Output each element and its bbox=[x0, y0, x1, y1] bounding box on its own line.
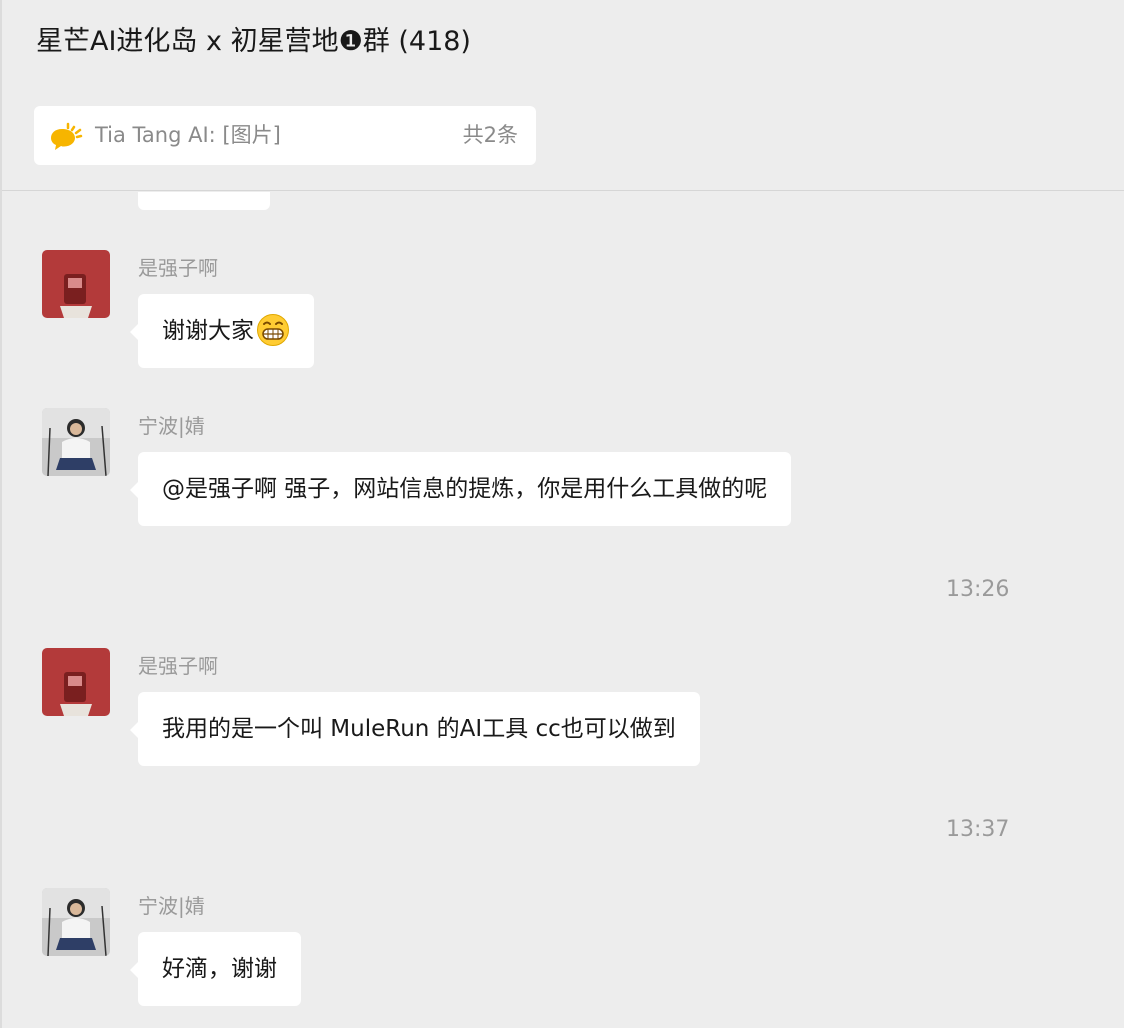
chat-title: 星芒AI进化岛 x 初星营地❶群 (418) bbox=[36, 26, 471, 57]
avatar-photo-image bbox=[42, 408, 110, 476]
speech-bubble-icon bbox=[51, 122, 83, 150]
avatar[interactable] bbox=[42, 250, 110, 318]
pinned-message-preview: Tia Tang AI: [图片] bbox=[95, 123, 281, 147]
message-text: 好滴，谢谢 bbox=[162, 956, 277, 982]
message-text: 我用的是一个叫 MuleRun 的AI工具 cc也可以做到 bbox=[162, 716, 676, 742]
sender-name: 宁波|婧 bbox=[138, 894, 205, 918]
avatar-red-image bbox=[42, 250, 110, 318]
sender-name: 是强子啊 bbox=[138, 654, 218, 678]
message-list[interactable]: 是强子啊 谢谢大家 宁波|婧 @是强子啊 强子，网站信息的提炼，你是用什么工具做… bbox=[2, 192, 1124, 1028]
grinning-face-icon bbox=[257, 313, 289, 346]
message-text: @是强子啊 强子，网站信息的提炼，你是用什么工具做的呢 bbox=[162, 476, 768, 502]
message-bubble[interactable]: 谢谢大家 bbox=[130, 294, 314, 368]
sender-name: 宁波|婧 bbox=[138, 414, 205, 438]
pinned-message-count: 共2条 bbox=[462, 123, 518, 147]
avatar-red-image bbox=[42, 648, 110, 716]
message-bubble[interactable]: 好滴，谢谢 bbox=[130, 932, 301, 1006]
message-timestamp: 13:37 bbox=[946, 817, 1010, 842]
message-text: 谢谢大家 bbox=[162, 318, 254, 344]
avatar[interactable] bbox=[42, 888, 110, 956]
message-bubble-partial[interactable] bbox=[138, 192, 270, 210]
avatar[interactable] bbox=[42, 648, 110, 716]
message-bubble[interactable]: 我用的是一个叫 MuleRun 的AI工具 cc也可以做到 bbox=[130, 692, 700, 766]
message-bubble[interactable]: @是强子啊 强子，网站信息的提炼，你是用什么工具做的呢 bbox=[129, 452, 792, 526]
chat-header: 星芒AI进化岛 x 初星营地❶群 (418) Tia Tang AI: [图片]… bbox=[2, 0, 1124, 191]
avatar-photo-image bbox=[42, 888, 110, 956]
message-timestamp: 13:26 bbox=[946, 577, 1010, 602]
avatar[interactable] bbox=[42, 408, 110, 476]
pinned-message-card[interactable]: Tia Tang AI: [图片] 共2条 bbox=[34, 106, 536, 165]
sender-name: 是强子啊 bbox=[138, 256, 218, 280]
